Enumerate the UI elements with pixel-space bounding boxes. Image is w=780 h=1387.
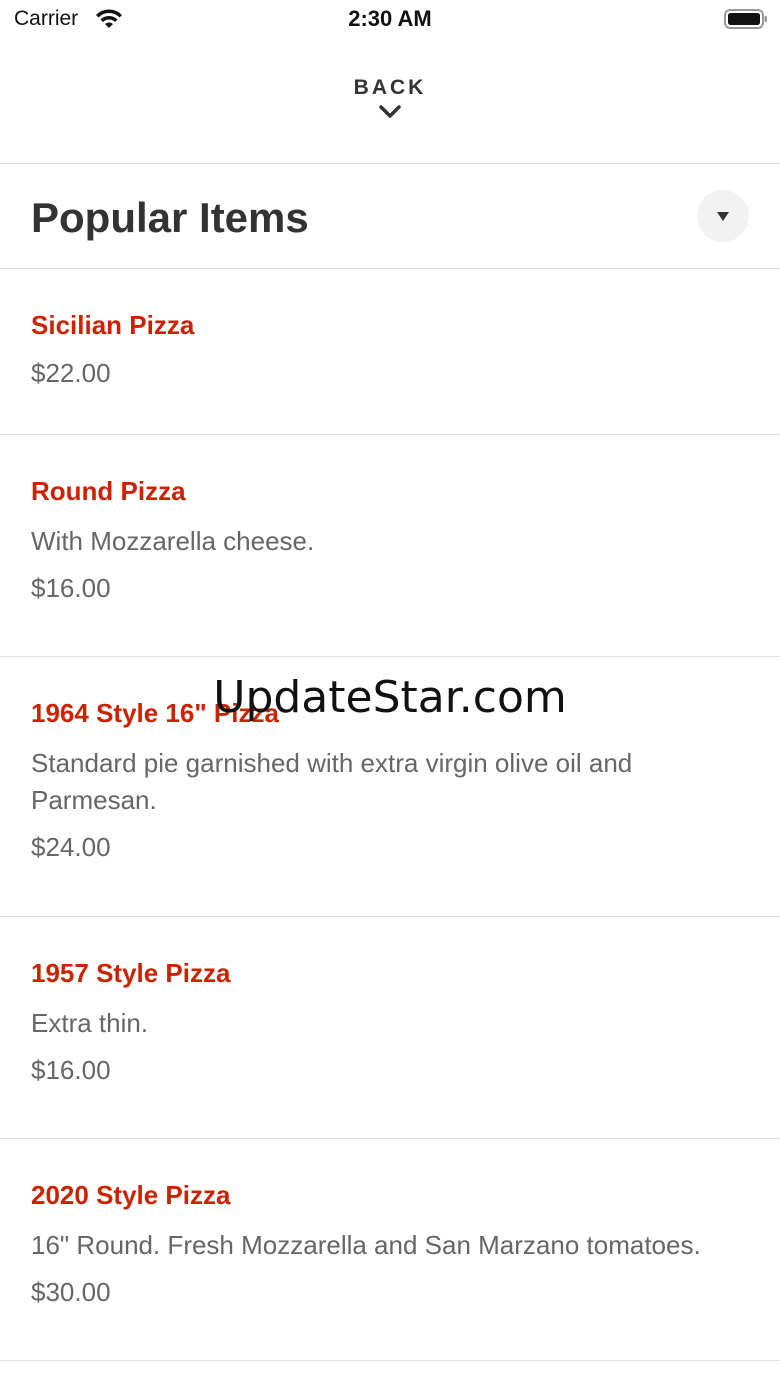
item-name: Round Pizza (31, 476, 186, 506)
section-title: Popular Items (31, 194, 309, 241)
list-item[interactable]: 2020 Style Pizza 16" Round. Fresh Mozzar… (0, 1139, 780, 1361)
status-bar: Carrier 2:30 AM (0, 0, 780, 40)
back-label: BACK (353, 76, 427, 99)
item-price: $24.00 (31, 832, 111, 862)
item-price: $16.00 (31, 1055, 111, 1085)
item-list: Sicilian Pizza $22.00 Round Pizza With M… (0, 269, 780, 1361)
item-price: $16.00 (31, 573, 111, 603)
item-price: $30.00 (31, 1277, 111, 1307)
item-description: Standard pie garnished with extra virgin… (31, 748, 633, 815)
item-description: Extra thin. (31, 1008, 149, 1038)
item-name: 1957 Style Pizza (31, 958, 231, 988)
list-item[interactable]: Sicilian Pizza $22.00 (0, 269, 780, 435)
chevron-down-icon (379, 105, 401, 118)
back-header: BACK (0, 40, 780, 164)
list-item[interactable]: Round Pizza With Mozzarella cheese. $16.… (0, 435, 780, 657)
clock: 2:30 AM (348, 6, 432, 31)
item-name: 1964 Style 16" Pizza (31, 698, 279, 728)
back-button[interactable]: BACK (300, 76, 480, 136)
battery-icon (724, 9, 767, 29)
item-name: Sicilian Pizza (31, 310, 195, 340)
list-item[interactable]: 1957 Style Pizza Extra thin. $16.00 (0, 917, 780, 1139)
list-item[interactable]: 1964 Style 16" Pizza Standard pie garnis… (0, 657, 780, 917)
section-header: Popular Items (0, 164, 780, 269)
item-name: 2020 Style Pizza (31, 1180, 231, 1210)
triangle-down-icon (717, 212, 729, 221)
item-description: 16" Round. Fresh Mozzarella and San Marz… (31, 1230, 701, 1260)
item-price: $22.00 (31, 358, 111, 388)
dropdown-button[interactable] (697, 190, 749, 242)
item-description: With Mozzarella cheese. (31, 526, 315, 556)
